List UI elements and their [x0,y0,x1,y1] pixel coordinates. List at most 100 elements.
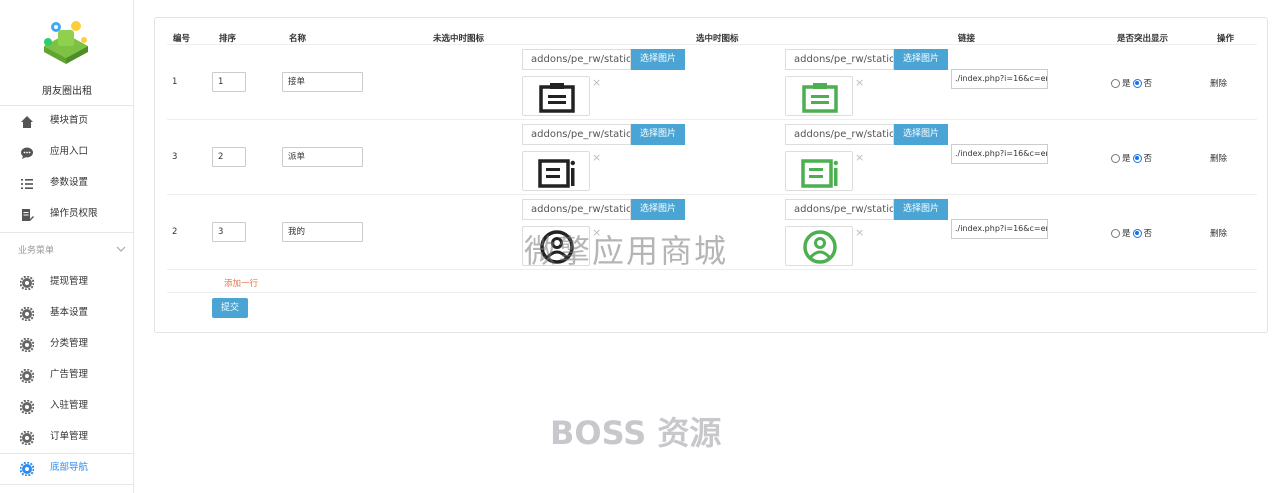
name-input[interactable]: 接单 [282,72,363,92]
sidebar-item-permissions[interactable]: 操作员权限 [0,199,134,229]
selected-icon-path-input[interactable]: addons/pe_rw/static [785,199,894,220]
sidebar-item-basic-settings[interactable]: 基本设置 [0,298,134,328]
row-divider [167,119,1257,120]
gear-icon [19,306,35,322]
sidebar-divider [0,232,134,233]
col-header-icon: 未选中时图标 [433,34,485,44]
choose-image-button[interactable]: 选择图片 [631,124,685,145]
remove-image-icon[interactable]: × [855,76,864,89]
sidebar-divider [0,484,134,485]
selected-icon-path-input[interactable]: addons/pe_rw/static [785,49,894,70]
sidebar-item-withdraw[interactable]: 提现管理 [0,267,134,297]
icon-path-input[interactable]: addons/pe_rw/static [522,124,631,145]
highlight-radio-group: 是 否 [1111,77,1152,89]
icon-preview [522,151,590,191]
sidebar-item-label: 基本设置 [50,307,89,318]
sidebar-item-label: 操作员权限 [50,208,98,219]
delete-link[interactable]: 删除 [1210,227,1227,239]
nav-settings-panel: 编号 排序 名称 未选中时图标 选中时图标 链接 是否突出显示 操作 1 1 接… [154,17,1268,333]
app-name: 朋友圈出租 [42,86,92,97]
name-input[interactable]: 派单 [282,147,363,167]
col-header-link: 链接 [958,34,976,44]
delete-link[interactable]: 删除 [1210,152,1227,164]
highlight-no-radio[interactable] [1132,153,1142,163]
order-list-icon [801,159,838,188]
icon-path-input[interactable]: addons/pe_rw/static [522,49,631,70]
sidebar-item-label: 入驻管理 [50,400,89,411]
row-divider [167,44,1257,45]
choose-image-button[interactable]: 选择图片 [631,49,685,70]
gear-icon [19,461,35,477]
sidebar-section-title: 业务菜单 [18,246,55,256]
remove-image-icon[interactable]: × [855,151,864,164]
selected-icon-preview [785,76,853,116]
clipboard-icon [802,83,838,113]
choose-selected-image-button[interactable]: 选择图片 [894,199,948,220]
sidebar-item-orders[interactable]: 订单管理 [0,422,134,452]
sort-input[interactable]: 1 [212,72,246,92]
icon-path-input[interactable]: addons/pe_rw/static [522,199,631,220]
link-input[interactable]: ./index.php?i=16&c=en [951,69,1048,89]
app-logo [36,18,96,68]
sidebar-item-label: 广告管理 [50,369,89,380]
col-header-action: 操作 [1217,34,1235,44]
sidebar-item-label: 模块首页 [50,115,89,126]
highlight-yes-radio[interactable] [1111,228,1120,238]
home-icon [20,114,34,128]
col-header-selected-icon: 选中时图标 [696,34,739,44]
remove-image-icon[interactable]: × [592,151,601,164]
list-icon [20,176,34,190]
sort-input[interactable]: 3 [212,222,246,242]
radio-label: 是 [1122,154,1131,164]
watermark-text: 微擎应用商城 [524,232,729,270]
watermark-text: BOSS 资源 [550,414,722,452]
highlight-yes-radio[interactable] [1111,78,1120,88]
radio-label: 是 [1122,229,1131,239]
col-header-sort: 排序 [219,34,237,44]
sidebar-item-settle[interactable]: 入驻管理 [0,391,134,421]
highlight-no-radio[interactable] [1132,228,1142,238]
link-input[interactable]: ./index.php?i=16&c=en [951,219,1048,239]
gear-icon [19,337,35,353]
delete-link[interactable]: 删除 [1210,77,1227,89]
remove-image-icon[interactable]: × [592,76,601,89]
col-header-highlight: 是否突出显示 [1117,34,1169,44]
sidebar-item-ads[interactable]: 广告管理 [0,360,134,390]
highlight-radio-group: 是 否 [1111,227,1152,239]
highlight-yes-radio[interactable] [1111,153,1120,163]
row-id: 1 [172,77,178,87]
radio-label: 是 [1122,79,1131,89]
add-row-link[interactable]: 添加一行 [224,277,258,289]
sidebar-item-params[interactable]: 参数设置 [0,168,134,198]
sidebar-item-label: 分类管理 [50,338,89,349]
gear-icon [19,275,35,291]
selected-icon-path-input[interactable]: addons/pe_rw/static [785,124,894,145]
choose-image-button[interactable]: 选择图片 [631,199,685,220]
sidebar-item-home[interactable]: 模块首页 [0,106,134,136]
sidebar-item-category[interactable]: 分类管理 [0,329,134,359]
sidebar: 朋友圈出租 模块首页 应用入口 参数设置 操作员权限 业务菜单 提现管理 基本设… [0,0,134,493]
link-input[interactable]: ./index.php?i=16&c=en [951,144,1048,164]
name-input[interactable]: 我的 [282,222,363,242]
sidebar-item-label: 订单管理 [50,431,89,442]
remove-image-icon[interactable]: × [855,226,864,239]
highlight-radio-group: 是 否 [1111,152,1152,164]
sidebar-item-label: 提现管理 [50,276,89,287]
sidebar-item-entry[interactable]: 应用入口 [0,137,134,167]
sort-input[interactable]: 2 [212,147,246,167]
choose-selected-image-button[interactable]: 选择图片 [894,124,948,145]
icon-preview [522,76,590,116]
highlight-no-radio[interactable] [1132,78,1142,88]
choose-selected-image-button[interactable]: 选择图片 [894,49,948,70]
selected-icon-preview [785,226,853,266]
submit-button[interactable]: 提交 [212,298,248,318]
sidebar-item-label: 应用入口 [50,146,89,157]
sidebar-item-label: 参数设置 [50,177,89,188]
radio-label: 否 [1143,154,1153,164]
chevron-down-icon[interactable] [115,240,127,252]
sidebar-item-bottom-nav[interactable]: 底部导航 [0,453,134,483]
row-id: 3 [172,152,178,162]
gear-icon [19,368,35,384]
clipboard-icon [539,83,575,113]
chat-icon [20,145,34,159]
